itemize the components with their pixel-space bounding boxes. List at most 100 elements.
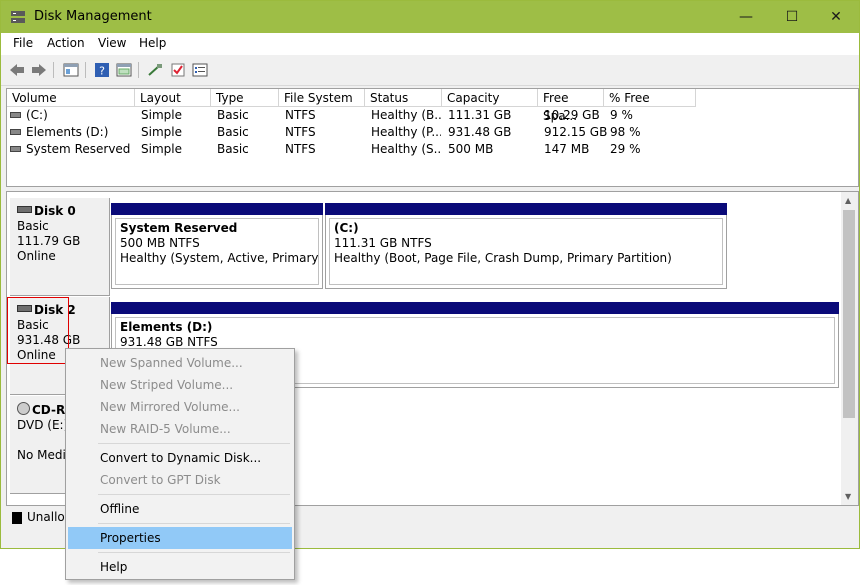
column-header-file-system[interactable]: File System (279, 89, 365, 107)
scroll-up-icon[interactable]: ▲ (845, 196, 851, 205)
cell-status: Healthy (B... (371, 108, 441, 122)
table-row[interactable]: System Reserved Simple Basic NTFS Health… (7, 141, 858, 158)
menu-item-offline[interactable]: Offline (68, 498, 292, 520)
disk-status: Online (17, 249, 56, 263)
volume-list: Volume Layout Type File System Status Ca… (6, 88, 859, 187)
toolbar: ? (1, 55, 859, 86)
partition-bar (111, 302, 839, 314)
disk-name: Disk 0 (34, 204, 76, 218)
cell-layout: Simple (141, 108, 182, 122)
menu-item-new-striped-volume[interactable]: New Striped Volume... (68, 374, 292, 396)
menu-item-new-mirrored-volume[interactable]: New Mirrored Volume... (68, 396, 292, 418)
menu-file[interactable]: File (13, 36, 33, 50)
menu-help[interactable]: Help (139, 36, 166, 50)
cell-status: Healthy (S... (371, 142, 441, 156)
hard-disk-icon (17, 206, 32, 213)
cell-layout: Simple (141, 142, 182, 156)
partition-name: (C:) (334, 221, 359, 235)
cell-capacity: 931.48 GB (448, 125, 512, 139)
partition-name: System Reserved (120, 221, 238, 235)
menu-item-convert-to-gpt[interactable]: Convert to GPT Disk (68, 469, 292, 491)
partition-system-reserved[interactable]: System Reserved 500 MB NTFS Healthy (Sys… (111, 203, 323, 289)
vertical-scrollbar[interactable]: ▲ ▼ (841, 192, 858, 505)
column-header-status[interactable]: Status (365, 89, 442, 107)
column-header-free-space[interactable]: Free Spa... (538, 89, 604, 123)
menu-action[interactable]: Action (47, 36, 85, 50)
cell-volume: (C:) (26, 108, 48, 122)
forward-arrow-icon[interactable] (30, 61, 48, 79)
column-header-percent-free[interactable]: % Free (604, 89, 696, 107)
column-header-capacity[interactable]: Capacity (442, 89, 538, 107)
partition-c[interactable]: (C:) 111.31 GB NTFS Healthy (Boot, Page … (325, 203, 727, 289)
column-header-layout[interactable]: Layout (135, 89, 211, 107)
menu-view[interactable]: View (98, 36, 126, 50)
partition-size: 500 MB NTFS (120, 236, 200, 250)
cell-capacity: 111.31 GB (448, 108, 512, 122)
partition-status: Healthy (Boot, Page File, Crash Dump, Pr… (334, 251, 672, 265)
cell-type: Basic (217, 142, 249, 156)
toolbar-separator (138, 62, 139, 78)
cd-rom-icon (17, 402, 30, 415)
menu-separator (98, 552, 290, 553)
cell-file-system: NTFS (285, 125, 316, 139)
disk-2-highlight (7, 297, 69, 364)
back-arrow-icon[interactable] (8, 61, 26, 79)
volume-icon (10, 129, 21, 135)
cell-file-system: NTFS (285, 142, 316, 156)
cell-file-system: NTFS (285, 108, 316, 122)
disk-management-icon (11, 11, 25, 23)
partition-bar (111, 203, 323, 215)
check-list-icon[interactable] (169, 61, 187, 79)
menu-bar: File Action View Help (1, 33, 859, 55)
cell-percent-free: 9 % (610, 108, 633, 122)
cell-percent-free: 29 % (610, 142, 641, 156)
menu-item-new-spanned-volume[interactable]: New Spanned Volume... (68, 352, 292, 374)
volume-icon (10, 112, 21, 118)
disk-0-label[interactable]: Disk 0 Basic 111.79 GB Online (10, 198, 110, 296)
disk-type: Basic (17, 219, 49, 233)
context-menu: New Spanned Volume... New Striped Volume… (65, 348, 295, 580)
toolbar-separator (53, 62, 54, 78)
column-header-volume[interactable]: Volume (7, 89, 135, 107)
cell-volume: System Reserved (26, 142, 131, 156)
cell-free-space: 10.29 GB (544, 108, 600, 122)
table-row[interactable]: Elements (D:) Simple Basic NTFS Healthy … (7, 124, 858, 141)
cell-type: Basic (217, 125, 249, 139)
menu-item-help[interactable]: Help (68, 556, 292, 578)
cell-type: Basic (217, 108, 249, 122)
partition-status: Healthy (System, Active, Primary Parti (120, 251, 319, 265)
details-view-icon[interactable] (191, 61, 209, 79)
menu-item-properties[interactable]: Properties (68, 527, 292, 549)
menu-separator (98, 494, 290, 495)
column-header-type[interactable]: Type (211, 89, 279, 107)
cell-status: Healthy (P... (371, 125, 441, 139)
minimize-button[interactable]: — (723, 1, 769, 33)
help-icon[interactable]: ? (93, 61, 111, 79)
maximize-button[interactable]: ☐ (769, 1, 815, 33)
cell-volume: Elements (D:) (26, 125, 109, 139)
menu-separator (98, 443, 290, 444)
partition-bar (325, 203, 727, 215)
unallocated-swatch (12, 512, 22, 524)
toolbar-separator (85, 62, 86, 78)
table-row[interactable]: (C:) Simple Basic NTFS Healthy (B... 111… (7, 107, 858, 124)
close-button[interactable]: ✕ (813, 1, 859, 33)
menu-item-convert-to-dynamic[interactable]: Convert to Dynamic Disk... (68, 447, 292, 469)
cell-capacity: 500 MB (448, 142, 494, 156)
cell-free-space: 912.15 GB (544, 125, 608, 139)
menu-separator (98, 523, 290, 524)
scrollbar-thumb[interactable] (843, 210, 855, 418)
cell-percent-free: 98 % (610, 125, 641, 139)
title-bar[interactable]: Disk Management — ☐ ✕ (1, 1, 859, 33)
properties-sheet-icon[interactable] (115, 61, 133, 79)
scroll-down-icon[interactable]: ▼ (845, 492, 851, 501)
menu-item-new-raid5-volume[interactable]: New RAID-5 Volume... (68, 418, 292, 440)
volume-icon (10, 146, 21, 152)
cell-free-space: 147 MB (544, 142, 590, 156)
svg-text:?: ? (99, 65, 105, 78)
partition-size: 111.31 GB NTFS (334, 236, 432, 250)
connect-icon[interactable] (146, 61, 164, 79)
cell-layout: Simple (141, 125, 182, 139)
console-tree-icon[interactable] (62, 61, 80, 79)
partition-name: Elements (D:) (120, 320, 213, 334)
